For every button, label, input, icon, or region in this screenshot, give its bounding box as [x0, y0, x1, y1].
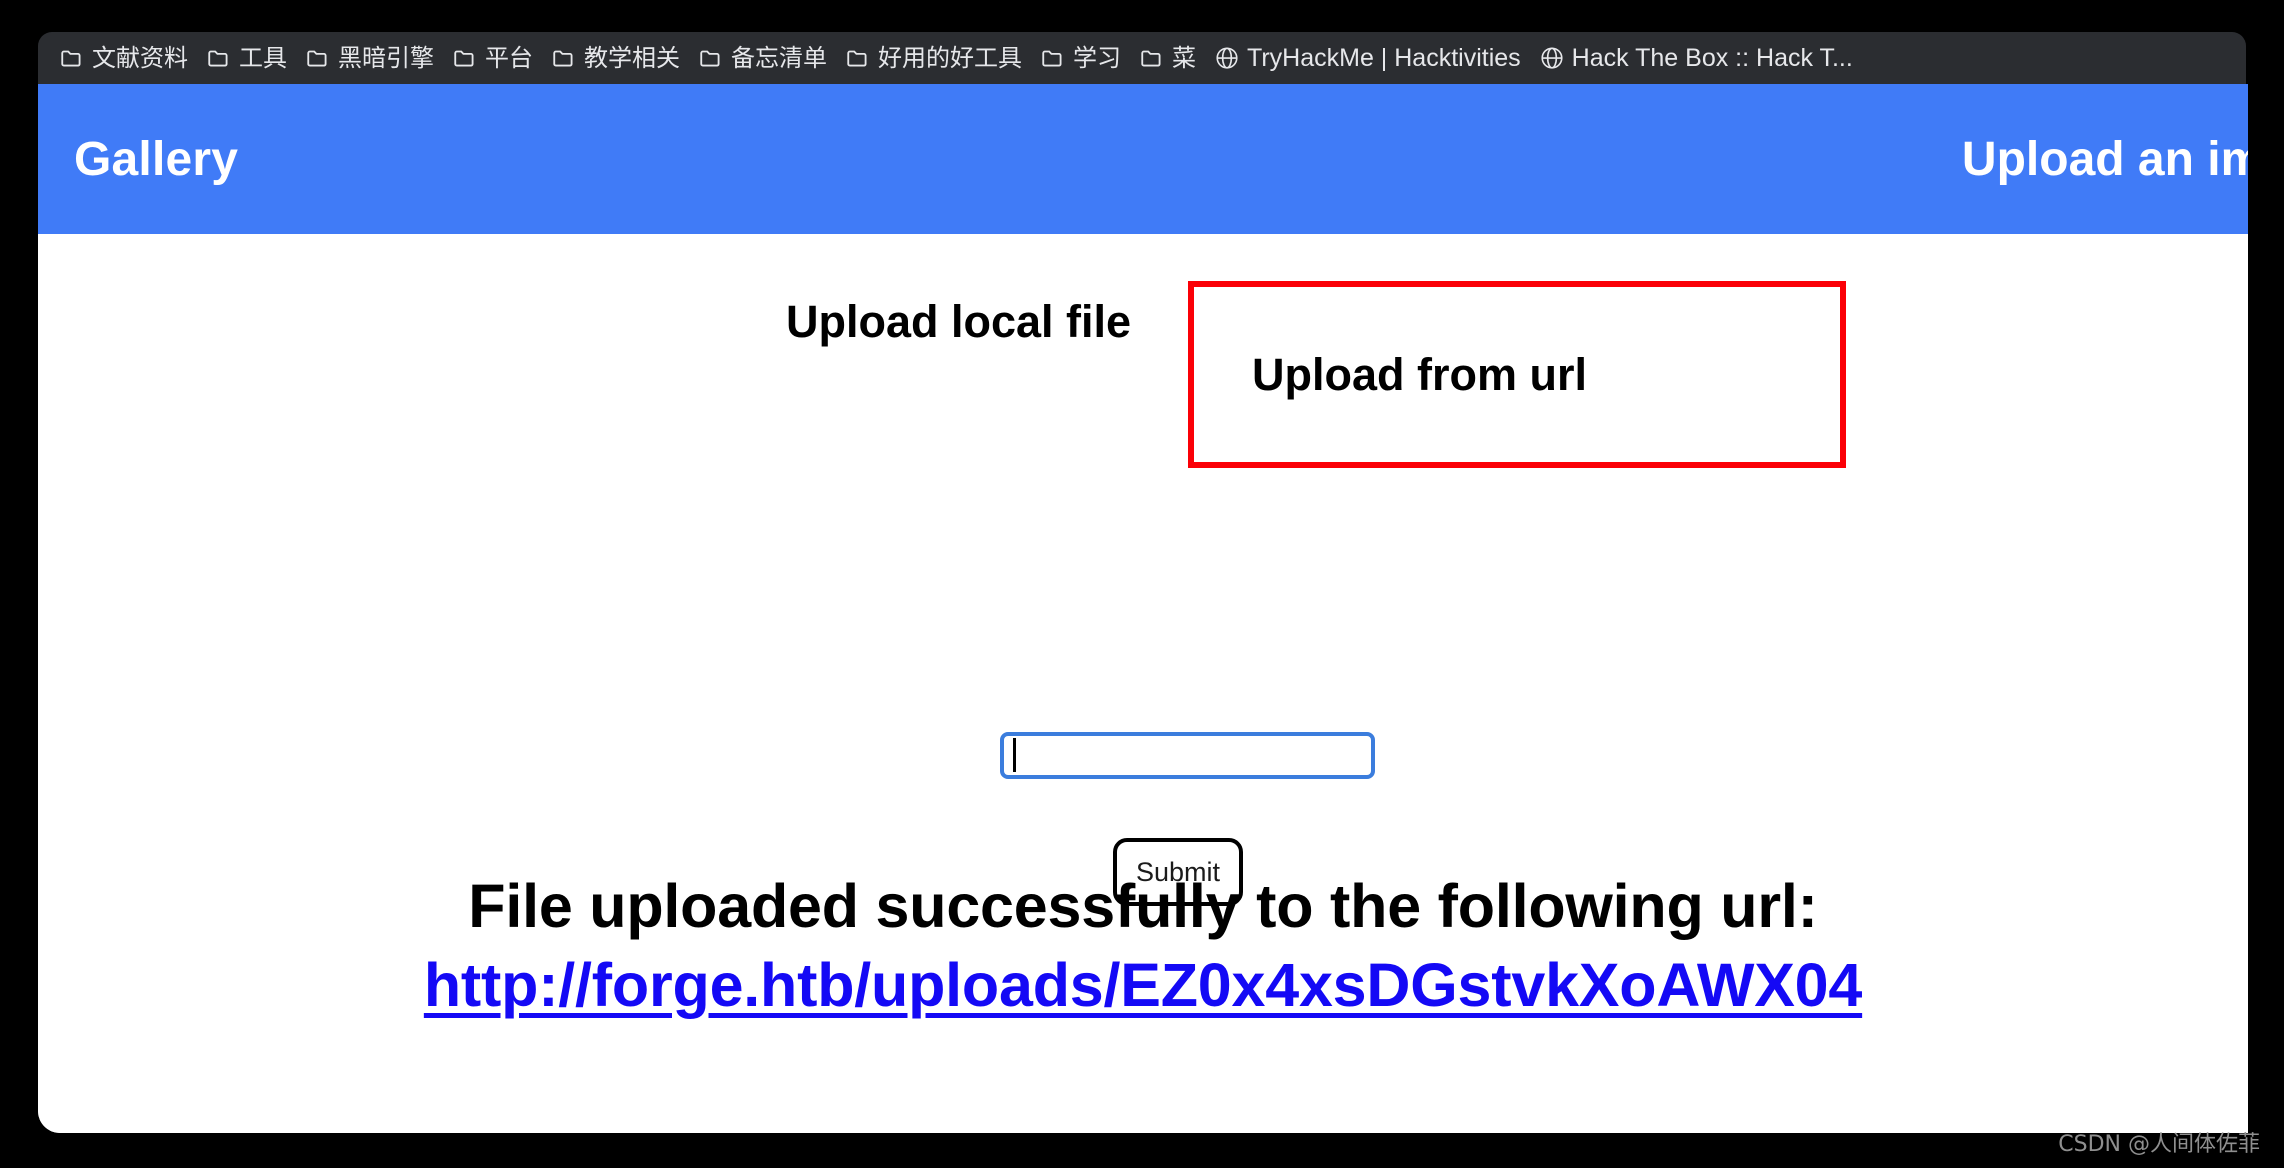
- bookmark-label: 黑暗引擎: [338, 44, 434, 72]
- upload-tabs: Upload local file Upload from url: [38, 234, 2248, 468]
- folder-icon: [551, 45, 577, 71]
- bookmark-item[interactable]: 备忘清单: [689, 38, 836, 78]
- bookmark-label: TryHackMe | Hacktivities: [1247, 43, 1521, 72]
- bookmark-item[interactable]: 工具: [197, 38, 296, 78]
- bookmark-item[interactable]: 黑暗引擎: [296, 38, 443, 78]
- bookmark-label: 菜: [1172, 44, 1196, 72]
- bookmark-item[interactable]: 菜: [1130, 38, 1205, 78]
- watermark: CSDN @人间体佐菲: [2058, 1132, 2260, 1157]
- bookmark-label: 学习: [1073, 44, 1121, 72]
- folder-icon: [59, 45, 85, 71]
- site-header: Gallery Upload an image: [38, 84, 2248, 234]
- bookmark-label: 文献资料: [92, 44, 188, 72]
- page-title: Gallery: [74, 132, 239, 186]
- folder-icon: [452, 45, 478, 71]
- globe-icon: [1214, 45, 1240, 71]
- folder-icon: [698, 45, 724, 71]
- bookmarks-bar: 文献资料 工具 黑暗引擎 平台 教学相关 备忘清单 好用的好工具 学习 菜 Tr…: [38, 32, 2246, 84]
- tab-upload-local-file[interactable]: Upload local file: [786, 296, 1131, 348]
- globe-icon: [1539, 45, 1565, 71]
- bookmark-item[interactable]: 平台: [443, 38, 542, 78]
- folder-icon: [1139, 45, 1165, 71]
- bookmark-label: 工具: [239, 44, 287, 72]
- annotation-red-box: Upload from url: [1188, 281, 1846, 468]
- bookmark-label: 教学相关: [584, 44, 680, 72]
- bookmark-item[interactable]: 文献资料: [50, 38, 197, 78]
- bookmark-item[interactable]: 好用的好工具: [836, 38, 1031, 78]
- result-message: File uploaded successfully to the follow…: [468, 872, 1818, 940]
- bookmark-item-hackthebox[interactable]: Hack The Box :: Hack T...: [1530, 38, 1862, 78]
- screenshot-root: 文献资料 工具 黑暗引擎 平台 教学相关 备忘清单 好用的好工具 学习 菜 Tr…: [0, 0, 2284, 1168]
- bookmark-label: 平台: [485, 44, 533, 72]
- bookmark-label: 好用的好工具: [878, 44, 1022, 72]
- bookmark-item[interactable]: 教学相关: [542, 38, 689, 78]
- url-input[interactable]: [1000, 732, 1375, 779]
- tab-upload-from-url[interactable]: Upload from url: [1252, 349, 1587, 401]
- bookmark-label: Hack The Box :: Hack T...: [1571, 43, 1853, 72]
- folder-icon: [206, 45, 232, 71]
- uploaded-file-link[interactable]: http://forge.htb/uploads/EZ0x4xsDGstvkXo…: [424, 950, 1862, 1020]
- bookmark-item[interactable]: 学习: [1031, 38, 1130, 78]
- bookmark-item-tryhackme[interactable]: TryHackMe | Hacktivities: [1205, 38, 1530, 78]
- page-body: Upload local file Upload from url Submit…: [38, 234, 2248, 1133]
- folder-icon: [845, 45, 871, 71]
- page-viewport: Gallery Upload an image Upload local fil…: [38, 84, 2248, 1133]
- bookmark-label: 备忘清单: [731, 44, 827, 72]
- text-caret: [1013, 738, 1016, 772]
- folder-icon: [305, 45, 331, 71]
- upload-an-image-link[interactable]: Upload an image: [1962, 132, 2248, 187]
- upload-result: File uploaded successfully to the follow…: [38, 872, 2248, 1020]
- folder-icon: [1040, 45, 1066, 71]
